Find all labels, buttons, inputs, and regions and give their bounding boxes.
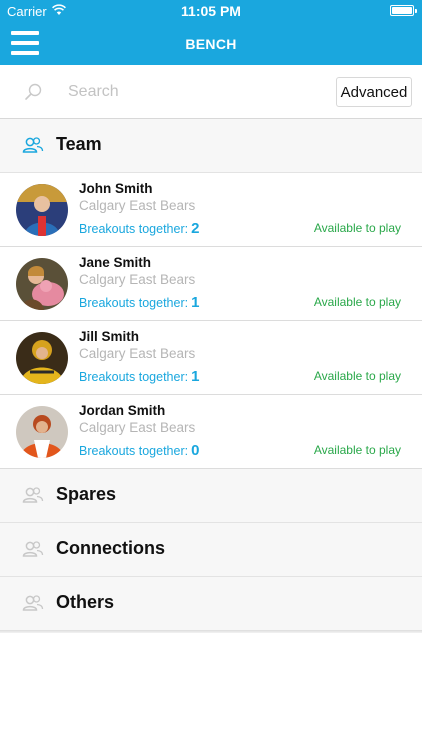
player-team: Calgary East Bears <box>79 346 196 361</box>
page-title: BENCH <box>185 36 237 52</box>
section-team[interactable]: Team <box>0 119 422 173</box>
status-time: 11:05 PM <box>181 3 241 19</box>
player-name: Jordan Smith <box>79 403 166 418</box>
breakouts-count: 0 <box>191 442 200 459</box>
list-bottom-shadow <box>0 630 422 633</box>
list-item[interactable]: Jill Smith Calgary East Bears Breakouts … <box>0 321 422 395</box>
section-connections[interactable]: Connections <box>0 523 422 577</box>
avatar <box>16 406 68 458</box>
list-item[interactable]: Jane Smith Calgary East Bears Breakouts … <box>0 247 422 321</box>
section-others-label: Others <box>56 592 115 612</box>
availability-status: Available to play <box>313 221 401 235</box>
section-others[interactable]: Others <box>0 577 422 631</box>
search-bar: Advanced <box>0 65 422 119</box>
player-name: Jill Smith <box>79 329 140 344</box>
section-team-label: Team <box>56 134 102 154</box>
section-spares[interactable]: Spares <box>0 469 422 523</box>
people-icon <box>22 541 44 557</box>
breakouts-together: Breakouts together: 0 <box>79 442 200 459</box>
status-bar: Carrier 11:05 PM <box>0 0 422 22</box>
list-item[interactable]: John Smith Calgary East Bears Breakouts … <box>0 173 422 247</box>
search-icon <box>25 83 42 100</box>
player-team: Calgary East Bears <box>79 272 196 287</box>
advanced-search-button[interactable]: Advanced <box>336 77 412 107</box>
player-list: John Smith Calgary East Bears Breakouts … <box>0 173 422 469</box>
player-name: Jane Smith <box>79 255 152 270</box>
breakouts-count: 1 <box>191 294 200 311</box>
player-team: Calgary East Bears <box>79 198 196 213</box>
nav-bar: BENCH <box>0 22 422 65</box>
app-header: Carrier 11:05 PM BENCH <box>0 0 422 65</box>
avatar <box>16 184 68 236</box>
section-spares-label: Spares <box>56 484 117 504</box>
people-icon <box>22 137 44 153</box>
search-input[interactable] <box>68 77 323 107</box>
section-connections-label: Connections <box>56 538 166 558</box>
breakouts-together: Breakouts together: 2 <box>79 220 200 237</box>
people-icon <box>22 487 44 503</box>
avatar <box>16 258 68 310</box>
people-icon <box>22 595 44 611</box>
player-name: John Smith <box>79 181 153 196</box>
breakouts-count: 2 <box>191 220 200 237</box>
breakouts-together: Breakouts together: 1 <box>79 368 200 385</box>
availability-status: Available to play <box>313 295 401 309</box>
list-item[interactable]: Jordan Smith Calgary East Bears Breakout… <box>0 395 422 469</box>
avatar <box>16 332 68 384</box>
breakouts-together: Breakouts together: 1 <box>79 294 200 311</box>
breakouts-count: 1 <box>191 368 200 385</box>
player-team: Calgary East Bears <box>79 420 196 435</box>
availability-status: Available to play <box>313 443 401 457</box>
availability-status: Available to play <box>313 369 401 383</box>
battery-icon <box>390 5 417 16</box>
